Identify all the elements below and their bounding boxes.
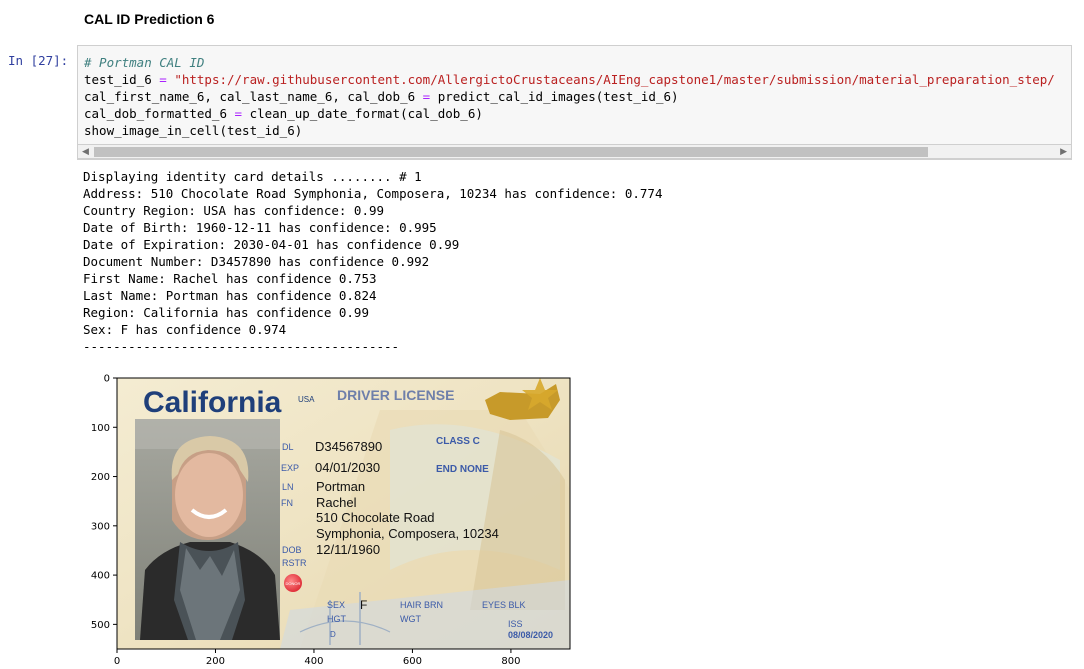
scroll-right-icon[interactable]: ▶ bbox=[1060, 145, 1067, 159]
address-line-2: Symphonia, Composera, 10234 bbox=[316, 526, 499, 541]
card-state: California bbox=[143, 386, 282, 419]
x-tick-label: 0 bbox=[114, 656, 120, 667]
y-tick-label: 200 bbox=[91, 472, 110, 483]
y-tick-label: 400 bbox=[91, 571, 110, 582]
address-line-1: 510 Chocolate Road bbox=[316, 510, 435, 525]
output-line: Date of Expiration: 2030-04-01 has confi… bbox=[83, 237, 460, 252]
wgt-label: WGT bbox=[400, 614, 421, 624]
output-line: ----------------------------------------… bbox=[83, 339, 400, 354]
output-line: Sex: F has confidence 0.974 bbox=[83, 322, 287, 337]
output-line: Document Number: D3457890 has confidence… bbox=[83, 254, 430, 269]
cell-heading: CAL ID Prediction 6 bbox=[84, 11, 215, 27]
sex-value: F bbox=[360, 598, 367, 612]
x-tick-label: 600 bbox=[403, 656, 422, 667]
exp-label: EXP bbox=[281, 463, 299, 473]
y-tick-label: 100 bbox=[91, 423, 110, 434]
first-name: Rachel bbox=[316, 495, 357, 510]
ln-label: LN bbox=[282, 482, 294, 492]
x-tick-label: 800 bbox=[501, 656, 520, 667]
code-line-2: test_id_6 = "https://raw.githubuserconte… bbox=[84, 72, 1055, 87]
fn-label: FN bbox=[281, 498, 293, 508]
exp-date: 04/01/2030 bbox=[315, 460, 380, 475]
hgt-label: HGT bbox=[327, 614, 347, 624]
end-label: END NONE bbox=[436, 464, 489, 475]
last-name: Portman bbox=[316, 479, 365, 494]
card-usa: USA bbox=[298, 395, 315, 404]
scroll-left-icon[interactable]: ◀ bbox=[82, 145, 89, 159]
input-prompt: In [27]: bbox=[8, 53, 69, 68]
d-label: D bbox=[330, 630, 336, 639]
sex-label: SEX bbox=[327, 600, 345, 610]
hair-label: HAIR BRN bbox=[400, 600, 443, 610]
code-cell[interactable]: # Portman CAL ID test_id_6 = "https://ra… bbox=[77, 45, 1072, 160]
code-comment: # Portman CAL ID bbox=[84, 55, 205, 70]
y-tick-label: 0 bbox=[104, 374, 110, 385]
card-photo bbox=[135, 419, 280, 640]
horizontal-scrollbar[interactable]: ◀ ▶ bbox=[77, 144, 1072, 159]
dob-value: 12/11/1960 bbox=[316, 542, 380, 557]
y-tick-label: 300 bbox=[91, 521, 110, 532]
y-tick-label: 500 bbox=[91, 620, 110, 631]
code-line-4: cal_dob_formatted_6 = clean_up_date_form… bbox=[84, 106, 483, 121]
output-line: Date of Birth: 1960-12-11 has confidence… bbox=[83, 220, 437, 235]
iss-label: ISS bbox=[508, 619, 523, 629]
code-editor[interactable]: # Portman CAL ID test_id_6 = "https://ra… bbox=[84, 54, 1055, 139]
donor-label: DONOR bbox=[286, 581, 301, 586]
output-line: First Name: Rachel has confidence 0.753 bbox=[83, 271, 377, 286]
cell-output: Displaying identity card details .......… bbox=[83, 168, 662, 355]
output-line: Region: California has confidence 0.99 bbox=[83, 305, 369, 320]
rstr-label: RSTR bbox=[282, 558, 307, 568]
code-line-5: show_image_in_cell(test_id_6) bbox=[84, 123, 303, 138]
eyes-label: EYES BLK bbox=[482, 600, 526, 610]
iss-date: 08/08/2020 bbox=[508, 630, 553, 640]
card-type: DRIVER LICENSE bbox=[337, 387, 454, 403]
dl-label: DL bbox=[282, 442, 294, 452]
id-card-image: California USA DRIVER LICENSE DL D345678… bbox=[117, 378, 570, 649]
output-line: Address: 510 Chocolate Road Symphonia, C… bbox=[83, 186, 663, 201]
output-line: Displaying identity card details .......… bbox=[83, 169, 422, 184]
dob-label: DOB bbox=[282, 545, 302, 555]
code-line-3: cal_first_name_6, cal_last_name_6, cal_d… bbox=[84, 89, 679, 104]
class-label: CLASS C bbox=[436, 436, 480, 447]
x-tick-label: 200 bbox=[206, 656, 225, 667]
output-line: Country Region: USA has confidence: 0.99 bbox=[83, 203, 385, 218]
scrollbar-thumb[interactable] bbox=[94, 147, 928, 157]
image-plot: California USA DRIVER LICENSE DL D345678… bbox=[91, 374, 571, 667]
x-tick-label: 400 bbox=[304, 656, 323, 667]
output-line: Last Name: Portman has confidence 0.824 bbox=[83, 288, 377, 303]
dl-number: D34567890 bbox=[315, 439, 382, 454]
